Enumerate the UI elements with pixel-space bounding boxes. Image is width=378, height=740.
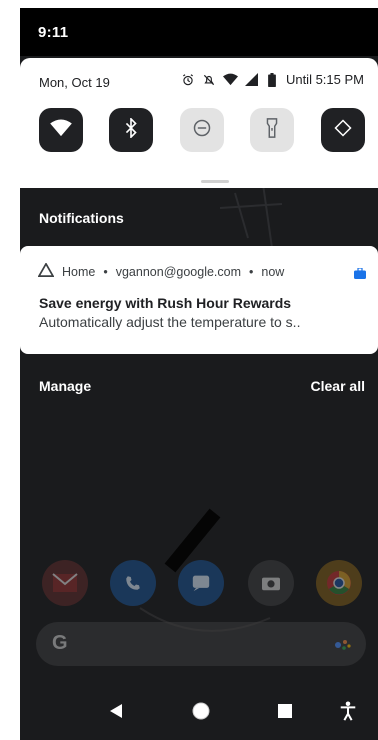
alarm-icon bbox=[181, 72, 196, 87]
status-time: 9:11 bbox=[38, 24, 69, 41]
navigation-bar bbox=[20, 684, 378, 740]
notification-title: Save energy with Rush Hour Rewards bbox=[39, 295, 292, 311]
chrome-icon[interactable] bbox=[316, 560, 362, 606]
flashlight-tile[interactable] bbox=[250, 108, 294, 152]
qs-drag-handle[interactable] bbox=[201, 180, 229, 183]
notification-card[interactable]: Home • vgannon@google.com • now Save ene… bbox=[20, 246, 378, 354]
back-button[interactable] bbox=[105, 702, 127, 724]
wifi-signal-icon bbox=[222, 72, 238, 87]
work-profile-icon bbox=[354, 266, 366, 284]
home-circle-icon bbox=[191, 701, 211, 726]
notifications-off-icon bbox=[202, 72, 217, 87]
auto-rotate-tile[interactable] bbox=[321, 108, 365, 152]
quick-settings-panel: Mon, Oct 19 Until 5:15 PM bbox=[20, 58, 378, 188]
home-app-icon bbox=[37, 262, 55, 280]
alarm-until-label: Until 5:15 PM bbox=[285, 72, 364, 87]
recents-icon bbox=[277, 703, 293, 724]
accessibility-button[interactable] bbox=[337, 700, 359, 726]
separator-dot: • bbox=[103, 264, 108, 279]
google-search-bar[interactable]: G bbox=[36, 622, 366, 666]
gmail-icon[interactable] bbox=[42, 560, 88, 606]
back-icon bbox=[108, 703, 124, 724]
notification-app-name: Home bbox=[62, 264, 96, 279]
cell-signal-icon bbox=[244, 72, 259, 87]
separator-dot: • bbox=[249, 264, 254, 279]
status-bar: 9:11 bbox=[20, 8, 378, 56]
notification-account: vgannon@google.com bbox=[115, 264, 242, 279]
wifi-tile[interactable] bbox=[39, 108, 83, 152]
notification-meta: Home • vgannon@google.com • now bbox=[37, 262, 285, 280]
notification-text: Automatically adjust the temperature to … bbox=[39, 314, 301, 330]
bluetooth-tile[interactable] bbox=[109, 108, 153, 152]
notification-time: now bbox=[261, 264, 285, 279]
assistant-icon[interactable] bbox=[334, 637, 352, 656]
battery-icon bbox=[265, 72, 280, 87]
home-dock bbox=[20, 560, 378, 612]
flashlight-icon bbox=[265, 117, 279, 143]
manage-button[interactable]: Manage bbox=[39, 378, 91, 394]
messages-icon[interactable] bbox=[178, 560, 224, 606]
camera-icon[interactable] bbox=[248, 560, 294, 606]
qs-status-icons: Until 5:15 PM bbox=[181, 72, 364, 87]
phone-icon[interactable] bbox=[110, 560, 156, 606]
notifications-header: Notifications bbox=[39, 210, 124, 226]
home-button[interactable] bbox=[190, 702, 212, 724]
accessibility-icon bbox=[339, 700, 357, 726]
qs-date: Mon, Oct 19 bbox=[39, 75, 110, 90]
recents-button[interactable] bbox=[274, 702, 296, 724]
qs-tiles bbox=[39, 108, 365, 154]
bluetooth-icon bbox=[124, 116, 138, 143]
clear-all-button[interactable]: Clear all bbox=[311, 378, 365, 394]
auto-rotate-icon bbox=[333, 118, 353, 143]
google-logo: G bbox=[52, 632, 68, 654]
wifi-icon bbox=[50, 118, 72, 142]
phone-screen: 9:11 Mon, Oct 19 Until 5:15 PM Notificat… bbox=[20, 8, 378, 740]
do-not-disturb-tile[interactable] bbox=[180, 108, 224, 152]
do-not-disturb-icon bbox=[192, 118, 212, 143]
